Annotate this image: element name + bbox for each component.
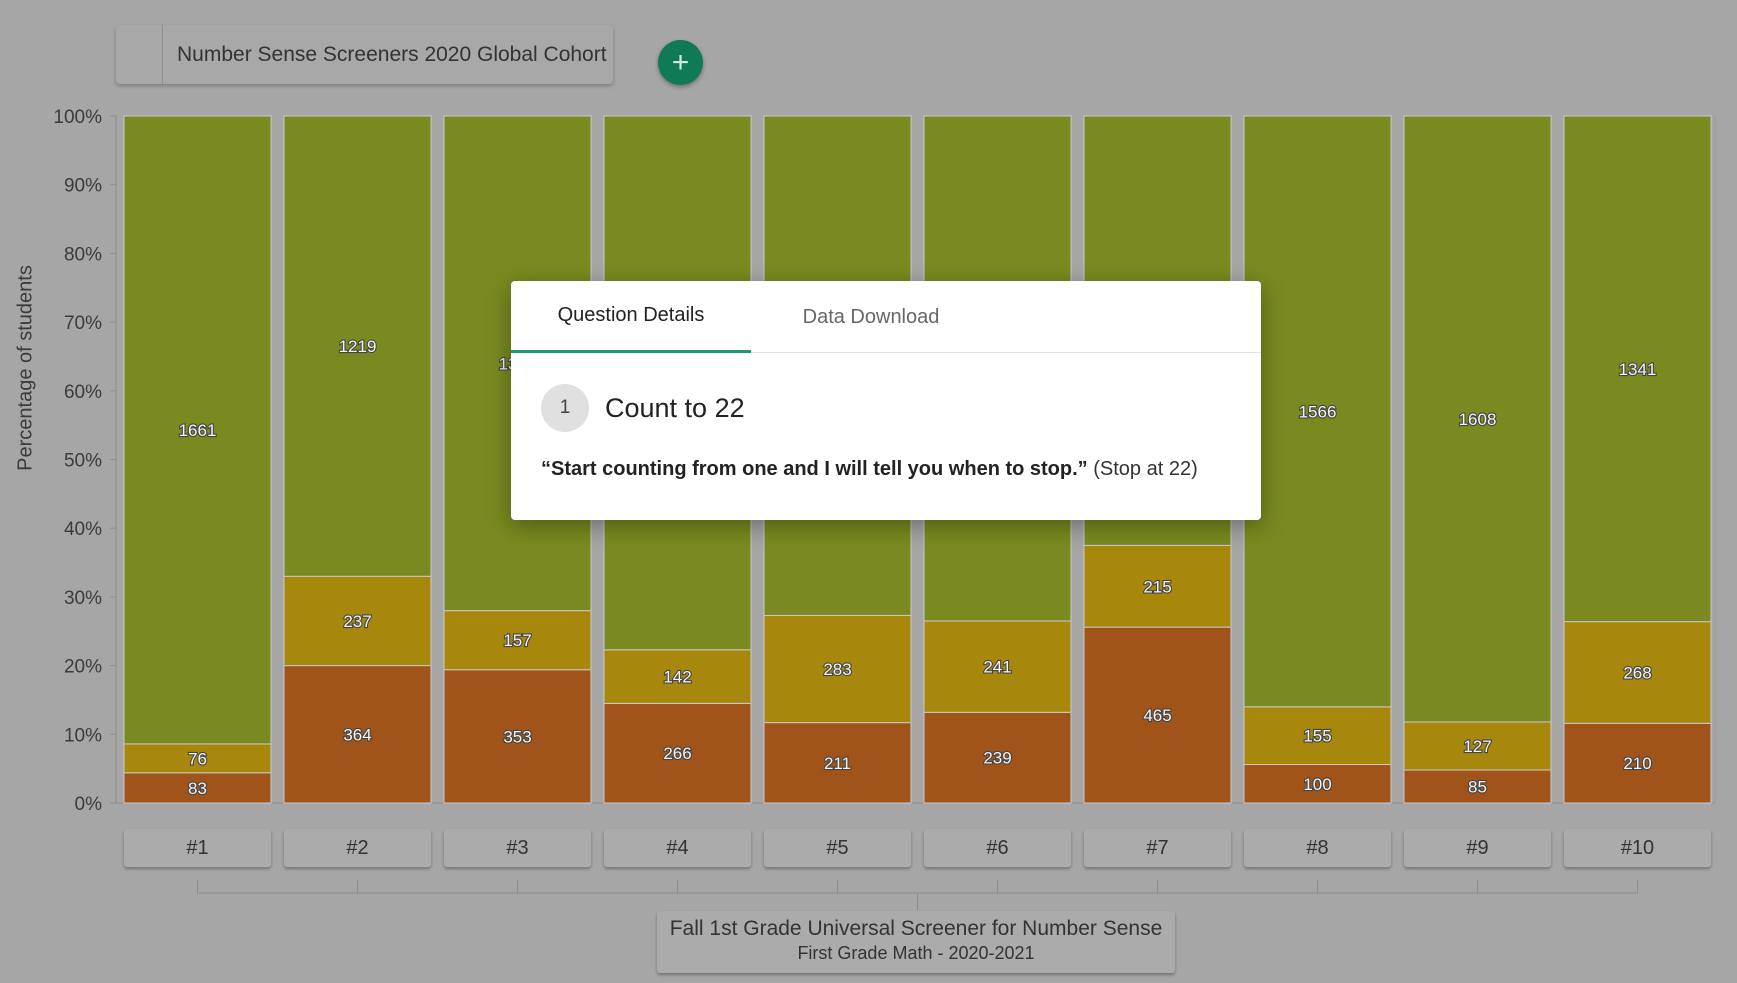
y-tick-label: 100% [53, 107, 102, 128]
question-button[interactable]: #1 [124, 829, 271, 867]
bar-data-label: 283 [823, 660, 851, 679]
modal-tabs: Question Details Data Download [511, 281, 1261, 353]
tab-data-download[interactable]: Data Download [751, 281, 991, 353]
y-tick-label: 0% [75, 794, 103, 815]
bar-data-label: 1341 [1619, 360, 1657, 379]
bar-data-label: 155 [1303, 727, 1331, 746]
tab-question-details[interactable]: Question Details [511, 281, 751, 353]
y-tick-label: 60% [64, 382, 102, 403]
assessment-group-label[interactable]: Fall 1st Grade Universal Screener for Nu… [657, 911, 1175, 973]
bar-data-label: 142 [663, 668, 691, 687]
question-button[interactable]: #6 [924, 829, 1071, 867]
assessment-subtitle: First Grade Math - 2020-2021 [797, 943, 1035, 963]
y-tick-label: 80% [64, 244, 102, 265]
bar-data-label: 241 [983, 658, 1011, 677]
question-button[interactable]: #2 [284, 829, 431, 867]
y-tick-label: 10% [64, 725, 102, 746]
question-number-badge: 1 [541, 384, 589, 432]
y-tick-label: 50% [64, 451, 102, 472]
question-button[interactable]: #9 [1404, 829, 1551, 867]
bar-data-label: 85 [1468, 778, 1487, 797]
bar-data-label: 1608 [1459, 410, 1497, 429]
bar-data-label: 364 [343, 725, 371, 744]
question-prompt-note: (Stop at 22) [1093, 458, 1198, 480]
bar-data-label: 127 [1463, 737, 1491, 756]
question-details-modal: Question Details Data Download 1 Count t… [511, 281, 1261, 520]
bar-data-label: 157 [503, 631, 531, 650]
question-button[interactable]: #5 [764, 829, 911, 867]
bar-data-label: 239 [983, 749, 1011, 768]
bar-data-label: 215 [1143, 577, 1171, 596]
bar-data-label: 465 [1143, 706, 1171, 725]
bar-data-label: 268 [1623, 663, 1651, 682]
bar-data-label: 1219 [339, 337, 377, 356]
question-title: Count to 22 [605, 392, 745, 423]
y-tick-label: 40% [64, 519, 102, 540]
assessment-title: Fall 1st Grade Universal Screener for Nu… [669, 917, 1163, 940]
bar-data-label: 237 [343, 612, 371, 631]
bar-data-label: 76 [188, 749, 207, 768]
bar-data-label: 266 [663, 744, 691, 763]
question-prompt: “Start counting from one and I will tell… [541, 458, 1261, 481]
question-prompt-text: “Start counting from one and I will tell… [541, 458, 1088, 480]
bar-data-label: 1566 [1299, 402, 1337, 421]
question-button[interactable]: #10 [1564, 829, 1711, 867]
y-tick-label: 30% [64, 588, 102, 609]
bar-data-label: 1661 [179, 421, 217, 440]
bar-data-label: 210 [1623, 754, 1651, 773]
bar-data-label: 100 [1303, 775, 1331, 794]
bar-data-label: 83 [188, 779, 207, 798]
bar-data-label: 353 [503, 727, 531, 746]
y-tick-label: 90% [64, 176, 102, 197]
question-button[interactable]: #8 [1244, 829, 1391, 867]
question-button[interactable]: #4 [604, 829, 751, 867]
y-tick-label: 70% [64, 313, 102, 334]
question-header: 1 Count to 22 [541, 384, 1261, 432]
bar-data-label: 211 [824, 754, 851, 773]
y-tick-label: 20% [64, 657, 102, 678]
question-button[interactable]: #7 [1084, 829, 1231, 867]
question-button[interactable]: #3 [444, 829, 591, 867]
